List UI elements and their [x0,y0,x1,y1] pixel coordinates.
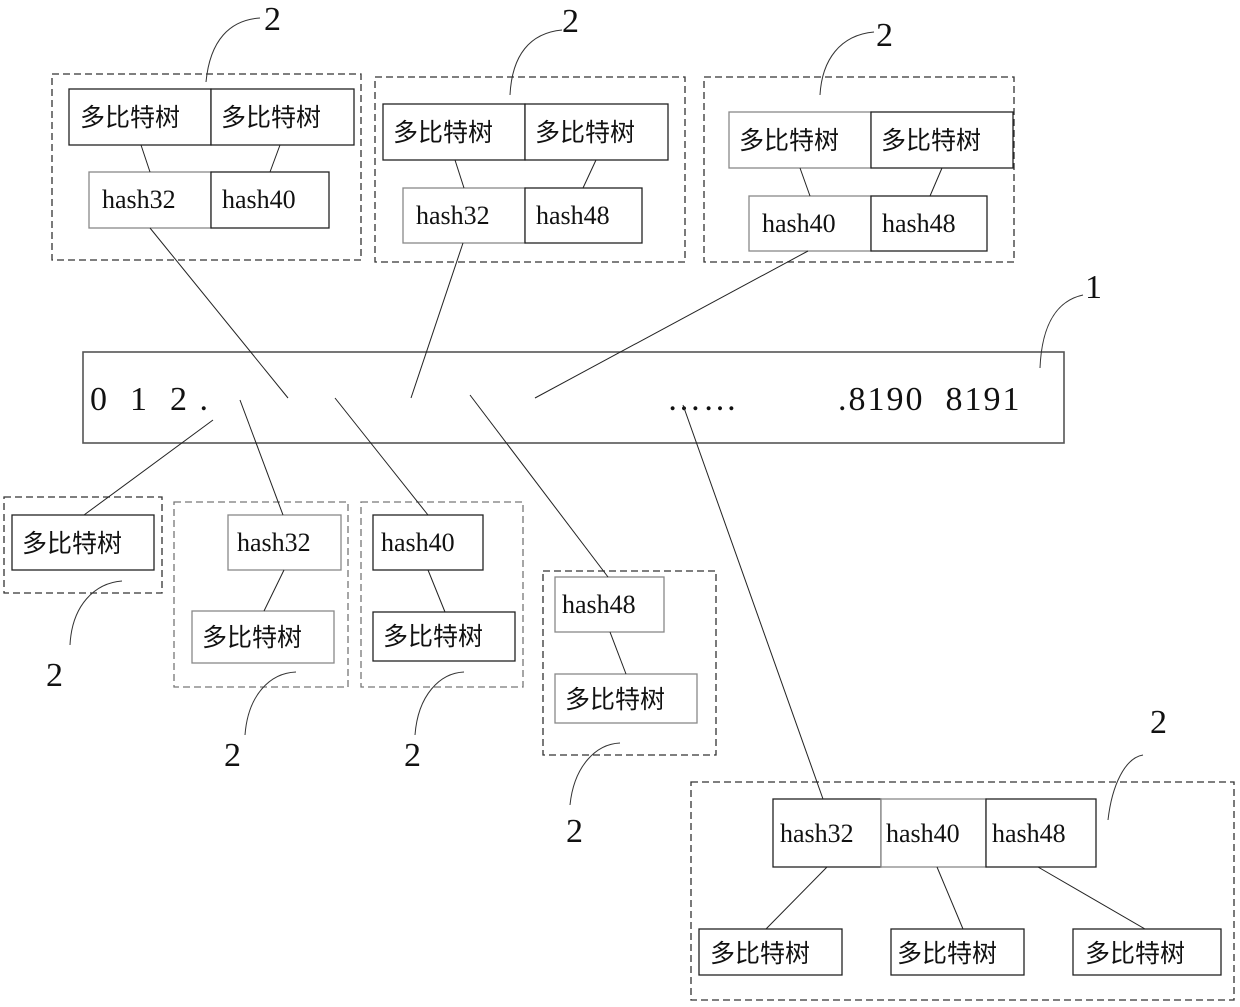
link-line [1037,866,1146,930]
group-top-1: 多比特树 多比特树 hash32 hash40 2 [51,1,362,261]
group-bottom-4: hash48 多比特树 2 [542,570,717,850]
link-line [799,167,811,197]
link-line [263,569,285,612]
tree-node-label: 多比特树 [383,622,483,651]
link-line [609,631,627,675]
link-line [427,569,446,613]
array-end-indices: .8190 8191 [838,381,1022,418]
link-line [454,159,465,189]
hash-node-label: hash32 [237,528,311,557]
group-label: 2 [404,737,421,774]
link-line [582,159,597,189]
group-leader-line [1107,754,1144,821]
group-leader-line [509,29,563,96]
tree-node-label: 多比特树 [22,529,122,558]
group-top-2: 多比特树 多比特树 hash32 hash48 2 [374,3,686,263]
tree-node-label: 多比特树 [881,126,981,155]
group-label: 2 [264,1,281,38]
hash-node-label: hash32 [416,201,490,230]
group-bottom-5: hash32 hash40 hash48 多比特树 多比特树 多比特树 2 [690,704,1235,1001]
group-label: 2 [562,3,579,40]
tree-node-label: 多比特树 [202,623,302,652]
tree-node-label: 多比特树 [535,118,635,147]
link-line [936,866,964,930]
group-leader-line [414,671,465,736]
group-label: 2 [876,17,893,54]
hash-node-label: hash48 [536,201,610,230]
hash-node-label: hash32 [102,185,176,214]
group-leader-line [819,31,875,96]
connector-line [682,404,824,800]
array-label: 1 [1085,269,1102,306]
hash-node-label: hash40 [762,209,836,238]
tree-node-label: 多比特树 [710,939,810,968]
hash-node-label: hash48 [562,590,636,619]
link-line [269,144,281,173]
array-start-indices: 0 1 2 . [90,381,210,418]
tree-node-label: 多比特树 [1085,939,1185,968]
array-ellipsis: …… [667,381,739,418]
group-bottom-1: 多比特树 2 [3,496,163,694]
hash-node-label: hash40 [222,185,296,214]
group-label: 2 [1150,704,1167,741]
hash-node-label: hash48 [882,209,956,238]
hash-node-label: hash48 [992,819,1066,848]
hash-node-label: hash40 [886,819,960,848]
tree-node-label: 多比特树 [393,118,493,147]
group-label: 2 [224,737,241,774]
group-label: 2 [566,813,583,850]
link-line [929,167,943,197]
tree-node-label: 多比特树 [897,939,997,968]
tree-node-label: 多比特树 [221,103,321,132]
group-bottom-3: hash40 多比特树 2 [360,501,524,774]
hash-structure-diagram: 0 1 2 . …… .8190 8191 1 多比特树 多比特树 hash32… [3,1,1235,1001]
link-line [140,144,151,173]
tree-node-label: 多比特树 [80,103,180,132]
group-leader-line [205,17,261,83]
group-label: 2 [46,657,63,694]
group-leader-line [244,671,297,736]
hash-node-label: hash32 [780,819,854,848]
group-bottom-2: hash32 多比特树 2 [173,501,349,774]
link-line [765,866,828,930]
tree-node-label: 多比特树 [739,126,839,155]
group-leader-line [569,742,621,806]
group-top-3: 多比特树 多比特树 hash40 hash48 2 [703,17,1015,263]
hash-node-label: hash40 [381,528,455,557]
tree-node-label: 多比特树 [565,685,665,714]
group-leader-line [69,580,123,646]
